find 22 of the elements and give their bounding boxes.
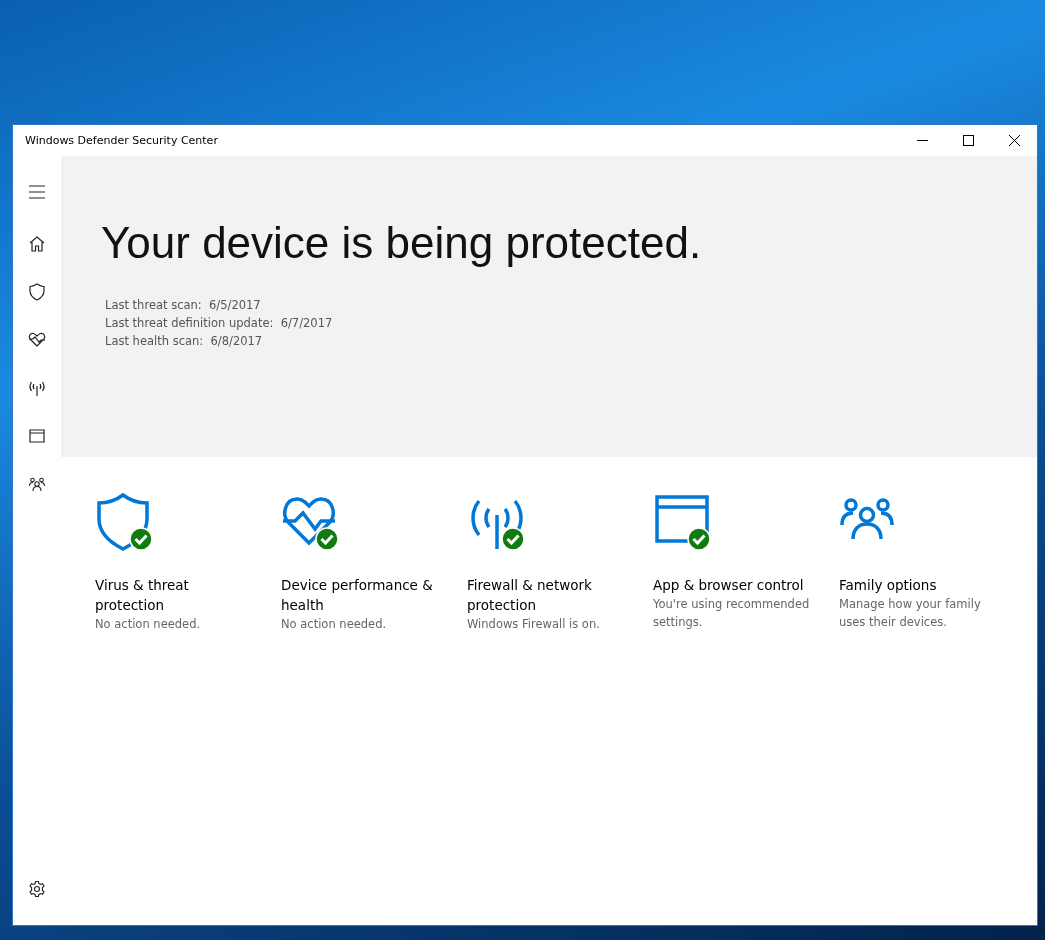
settings-icon <box>27 879 47 899</box>
tile-title-link[interactable]: Virus & threat protection <box>95 575 255 615</box>
tile-status-text: You're using recommended settings. <box>653 596 811 631</box>
tile-status-text: Windows Firewall is on. <box>467 616 601 633</box>
maximize-icon <box>962 135 974 146</box>
shield-icon <box>27 282 47 302</box>
close-icon <box>1008 135 1020 146</box>
tile-status-text: Manage how your family uses their devices. <box>839 596 982 631</box>
tile-title-link[interactable]: Firewall & network protection <box>467 575 627 615</box>
menu-icon <box>27 182 47 202</box>
tile-status-text: No action needed. <box>95 616 202 633</box>
home-icon <box>27 234 47 254</box>
scan-info-line: Last threat scan: 6/5/2017 <box>105 297 262 314</box>
tile-title-link[interactable]: Device performance & health <box>281 575 441 615</box>
status-heading: Your device is being protected. <box>101 218 703 268</box>
scan-info-line: Last health scan: 6/8/2017 <box>105 333 264 350</box>
tile-status-text: No action needed. <box>281 616 388 633</box>
tile-title-link[interactable]: App & browser control <box>653 575 813 595</box>
window-icon <box>27 426 47 446</box>
window-title: Windows Defender Security Center <box>25 134 218 147</box>
scan-info-line: Last threat definition update: 6/7/2017 <box>105 315 334 332</box>
tile-title-link[interactable]: Family options <box>839 575 999 595</box>
